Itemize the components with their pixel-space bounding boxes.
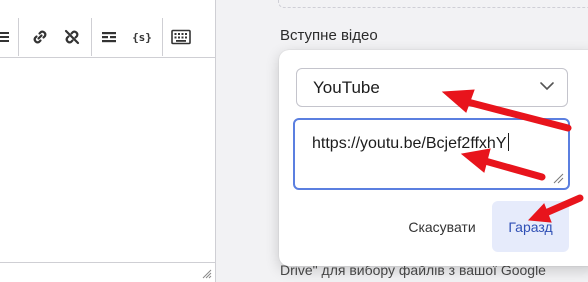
editor-statusbar	[0, 262, 215, 282]
video-url-value: https://youtu.be/Bcjef2ffxhY	[312, 135, 507, 152]
unlink-icon[interactable]	[61, 26, 83, 48]
toolbar-divider	[18, 18, 19, 56]
rich-text-editor: {s}	[0, 0, 216, 282]
link-icon[interactable]	[29, 26, 51, 48]
screen: {s} Вступне відео Drive" для вибору файл…	[0, 0, 588, 282]
editor-content-area[interactable]	[0, 59, 215, 262]
horizontal-rule-icon[interactable]	[98, 26, 120, 48]
toolbar-divider	[162, 18, 163, 56]
resize-grip-icon[interactable]	[202, 269, 212, 279]
list-icon[interactable]	[0, 26, 14, 48]
toolbar-divider	[91, 18, 92, 56]
section-label: Вступне відео	[280, 27, 378, 44]
text-caret	[507, 133, 509, 151]
keyboard-icon[interactable]	[170, 26, 192, 48]
editor-toolbar: {s}	[0, 0, 215, 58]
upload-dropzone[interactable]	[278, 0, 588, 8]
cancel-button[interactable]: Скасувати	[398, 210, 486, 244]
chevron-down-icon	[540, 82, 554, 91]
video-source-select[interactable]: YouTube	[296, 68, 568, 107]
code-braces-glyph: {s}	[132, 30, 152, 44]
resize-grip-icon[interactable]	[553, 173, 564, 184]
code-braces-icon[interactable]: {s}	[131, 26, 153, 48]
video-source-value: YouTube	[313, 78, 380, 97]
ok-button[interactable]: Гаразд	[492, 201, 569, 252]
video-url-input[interactable]: https://youtu.be/Bcjef2ffxhY	[293, 118, 570, 190]
